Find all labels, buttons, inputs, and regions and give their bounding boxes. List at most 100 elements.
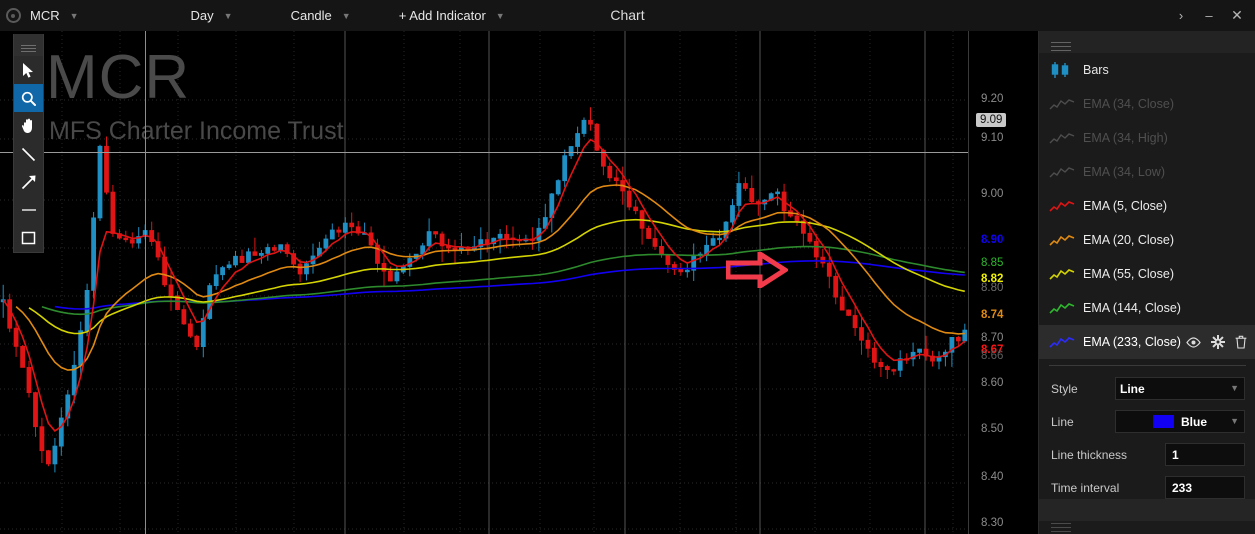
thickness-input[interactable]: 1 xyxy=(1165,443,1245,466)
tool-arrow[interactable] xyxy=(14,168,43,196)
price-tick: 9.00 xyxy=(981,188,1004,200)
indicator-label: EMA (233, Close) xyxy=(1083,335,1181,349)
tool-trendline[interactable] xyxy=(14,140,43,168)
sparkline-icon xyxy=(1049,235,1075,246)
crosshair-price-tag: 9.09 xyxy=(976,113,1007,127)
close-button[interactable]: ✕ xyxy=(1225,3,1249,29)
timeframe-label: Day xyxy=(190,8,214,23)
style-label: Style xyxy=(1051,381,1078,396)
symbol-label: MCR xyxy=(30,8,60,23)
panel-handle[interactable] xyxy=(1039,31,1255,53)
rectangle-icon xyxy=(21,231,36,245)
tool-cursor[interactable] xyxy=(14,56,43,84)
sparkline-icon xyxy=(1049,303,1075,314)
tool-horizontal-line[interactable] xyxy=(14,196,43,224)
price-plot[interactable]: MCR MFS Charter Income Trust xyxy=(0,31,968,534)
drawing-toolbar xyxy=(13,34,44,253)
indicator-label: EMA (34, Close) xyxy=(1083,97,1175,111)
tool-zoom[interactable] xyxy=(14,84,43,112)
price-tick-ema144: 8.85 xyxy=(981,257,1004,269)
price-tick: 9.10 xyxy=(981,132,1004,144)
horizontal-line-icon xyxy=(21,209,36,211)
indicator-row-bars[interactable]: Bars xyxy=(1039,53,1255,87)
indicator-label: EMA (55, Close) xyxy=(1083,267,1175,281)
arrow-up-right-icon xyxy=(21,175,35,190)
add-indicator-label: + Add Indicator xyxy=(398,8,486,23)
indicator-label: EMA (34, High) xyxy=(1083,131,1168,145)
price-axis[interactable]: 9.20 9.10 9.00 8.90 8.85 8.82 8.80 8.74 … xyxy=(968,31,1039,534)
indicator-row-ema5[interactable]: EMA (5, Close) xyxy=(1039,189,1255,223)
setting-style: Style Line ▼ xyxy=(1039,372,1255,405)
diagonal-line-icon xyxy=(21,147,36,161)
chevron-down-icon: ▼ xyxy=(69,11,79,21)
sparkline-icon xyxy=(1049,167,1075,178)
sparkline-icon xyxy=(1049,269,1075,280)
target-icon[interactable] xyxy=(0,8,26,23)
sparkline-icon xyxy=(1049,337,1075,348)
sparkline-icon xyxy=(1049,99,1075,110)
price-tick: 8.40 xyxy=(981,471,1004,483)
indicator-row-ema144[interactable]: EMA (144, Close) xyxy=(1039,291,1255,325)
gear-icon[interactable] xyxy=(1211,335,1225,349)
panel-divider xyxy=(1049,365,1246,366)
charttype-selector[interactable]: Candle ▼ xyxy=(287,0,351,31)
color-swatch xyxy=(1152,415,1174,428)
line-label: Line xyxy=(1051,414,1074,429)
hand-icon xyxy=(21,118,32,133)
panel-bottom-handle[interactable] xyxy=(1039,512,1255,534)
tool-pan[interactable] xyxy=(14,112,43,140)
timeframe-selector[interactable]: Day ▼ xyxy=(187,0,233,31)
style-value: Line xyxy=(1120,381,1145,396)
indicator-label: Bars xyxy=(1083,63,1109,77)
price-tick: 8.50 xyxy=(981,423,1004,435)
indicator-label: EMA (20, Close) xyxy=(1083,233,1175,247)
price-tick: 8.80 xyxy=(981,282,1004,294)
minimize-button[interactable]: – xyxy=(1197,3,1221,29)
trash-icon[interactable] xyxy=(1235,335,1247,349)
indicator-row-ema233[interactable]: EMA (233, Close) xyxy=(1039,325,1255,359)
indicator-label: EMA (5, Close) xyxy=(1083,199,1168,213)
visibility-eye-icon[interactable] xyxy=(1186,336,1201,348)
cursor-arrow-icon xyxy=(23,62,33,78)
price-tick: 8.60 xyxy=(981,377,1004,389)
indicator-row-ema55[interactable]: EMA (55, Close) xyxy=(1039,257,1255,291)
indicator-row-ema34high[interactable]: EMA (34, High) xyxy=(1039,121,1255,155)
indicator-row-ema34low[interactable]: EMA (34, Low) xyxy=(1039,155,1255,189)
indicator-row-ema20[interactable]: EMA (20, Close) xyxy=(1039,223,1255,257)
chart-application-window: MCR ▼ Day ▼ Candle ▼ + Add Indicator ▼ C… xyxy=(0,0,1255,534)
symbol-selector[interactable]: MCR ▼ xyxy=(26,0,79,31)
sparkline-icon xyxy=(1049,201,1075,212)
indicator-label: EMA (34, Low) xyxy=(1083,165,1165,179)
thickness-label: Line thickness xyxy=(1051,447,1128,462)
interval-input[interactable]: 233 xyxy=(1165,476,1245,499)
line-color-dropdown[interactable]: Blue ▼ xyxy=(1115,410,1245,433)
price-tick: 8.66 xyxy=(981,350,1004,362)
chart-area[interactable]: MCR MFS Charter Income Trust xyxy=(0,31,1038,534)
price-tick: 9.20 xyxy=(981,93,1004,105)
sparkline-icon xyxy=(1049,133,1075,144)
style-dropdown[interactable]: Line ▼ xyxy=(1115,377,1245,400)
red-right-arrow-annotation[interactable] xyxy=(726,252,788,288)
top-toolbar: MCR ▼ Day ▼ Candle ▼ + Add Indicator ▼ C… xyxy=(0,0,1255,32)
indicator-row-ema34close[interactable]: EMA (34, Close) xyxy=(1039,87,1255,121)
magnifier-icon xyxy=(21,91,36,106)
setting-line-thickness: Line thickness 1 xyxy=(1039,438,1255,471)
hamburger-icon[interactable] xyxy=(14,34,43,56)
indicator-row-actions xyxy=(1186,325,1247,359)
price-tick: 8.30 xyxy=(981,517,1004,529)
price-tick-ema233: 8.90 xyxy=(981,234,1004,246)
price-tick: 8.70 xyxy=(981,332,1004,344)
charttype-label: Candle xyxy=(290,8,332,23)
chevron-down-icon: ▼ xyxy=(341,11,351,21)
interval-label: Time interval xyxy=(1051,480,1120,495)
tool-rectangle[interactable] xyxy=(14,224,43,252)
window-controls: › – ✕ xyxy=(1169,0,1249,31)
add-indicator-button[interactable]: + Add Indicator ▼ xyxy=(395,0,505,31)
chevron-down-icon: ▼ xyxy=(1230,383,1239,393)
chevron-down-icon: ▼ xyxy=(223,11,233,21)
expand-button[interactable]: › xyxy=(1169,3,1193,29)
indicator-panel: Bars EMA (34, Close) EMA (34, High) EMA … xyxy=(1038,31,1255,534)
indicator-label: EMA (144, Close) xyxy=(1083,301,1181,315)
chevron-down-icon: ▼ xyxy=(1230,416,1239,426)
price-tick-ema20: 8.74 xyxy=(981,309,1004,321)
